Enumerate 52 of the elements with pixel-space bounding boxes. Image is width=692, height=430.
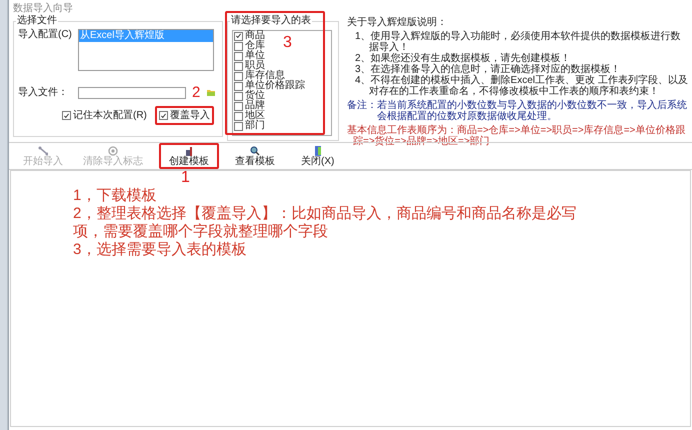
checkbox-label: 覆盖导入 bbox=[170, 110, 210, 121]
note-text: 2、如果您还没有生成数据模板，请先创建模板！ bbox=[355, 53, 572, 64]
target-icon bbox=[108, 146, 118, 156]
checkbox[interactable] bbox=[234, 82, 243, 90]
checkbox[interactable] bbox=[234, 52, 243, 60]
instruction-text: 3，选择需要导入表的模板 bbox=[73, 241, 248, 259]
config-list[interactable]: 从Excel导入辉煌版 bbox=[78, 29, 214, 71]
checkbox[interactable] bbox=[234, 102, 243, 110]
annotation-number: 1 bbox=[181, 170, 190, 186]
toolbar-button[interactable]: 查看模板 bbox=[225, 143, 285, 169]
note-text: 4、不得在创建的模板中插入、删除Excel工作表、更改 工作表列字段、以及对存在的工作表重命名，不得修改模板中工作表的顺序和表约束！ bbox=[355, 75, 688, 97]
checkbox-label: 职员 bbox=[245, 61, 265, 71]
checkbox-label: 商品 bbox=[245, 31, 265, 41]
toolbar-button[interactable]: 关闭(X) bbox=[291, 143, 344, 169]
checkbox-label: 库存信息 bbox=[245, 71, 285, 81]
checkbox[interactable] bbox=[234, 112, 243, 120]
window-title: 数据导入向导 bbox=[13, 2, 73, 14]
checkbox[interactable] bbox=[234, 92, 243, 100]
notes-title: 关于导入辉煌版说明： bbox=[347, 17, 448, 28]
checkbox-label: 单位价格跟踪 bbox=[245, 81, 305, 91]
checkbox-label: 部门 bbox=[245, 121, 265, 131]
checkbox-label: 单位 bbox=[245, 51, 265, 61]
checkbox[interactable] bbox=[234, 122, 243, 130]
checkbox[interactable] bbox=[234, 32, 243, 40]
nodes-icon bbox=[38, 146, 48, 156]
checkbox-label: 仓库 bbox=[245, 41, 265, 51]
checkbox-label: 记住本次配置(R) bbox=[73, 110, 147, 121]
group-title: 选择文件 bbox=[16, 15, 58, 27]
note-text: 3、在选择准备导入的信息时，请正确选择对应的数据模板！ bbox=[355, 64, 621, 75]
annotation-number: 3 bbox=[283, 35, 292, 51]
chart-icon bbox=[184, 146, 194, 156]
field-label: 导入配置(C) bbox=[18, 29, 73, 42]
list-item[interactable]: 从Excel导入辉煌版 bbox=[79, 30, 213, 42]
checkbox-label: 货位 bbox=[245, 91, 265, 101]
checkbox-label: 品牌 bbox=[245, 101, 265, 111]
note-text: 1、使用导入辉煌版的导入功能时，必须使用本软件提供的数据模板进行数据导入！ bbox=[355, 31, 682, 53]
search-icon bbox=[250, 146, 260, 156]
instruction-text: 1，下载模板 bbox=[73, 187, 158, 205]
remark-text: 备注：若当前系统配置的小数位数与导入数据的小数位数不一致，导入后系统会根据配置的位数对原数据做收尾处理。 bbox=[347, 100, 688, 122]
checkbox-label: 地区 bbox=[245, 111, 265, 121]
checkbox[interactable] bbox=[234, 62, 243, 70]
checkbox[interactable] bbox=[62, 111, 71, 120]
instruction-text: 2，整理表格选择【覆盖导入】：比如商品导入，商品编号和商品名称是必写项，需要覆盖哪个字段就整理哪个字段 bbox=[73, 205, 578, 241]
checkbox[interactable] bbox=[234, 42, 243, 50]
group-title: 请选择要导入的表 bbox=[230, 15, 312, 27]
checkbox[interactable] bbox=[158, 111, 168, 120]
checkbox[interactable] bbox=[234, 72, 243, 80]
toolbar-button[interactable]: 创建模板 bbox=[159, 143, 219, 169]
door-icon bbox=[312, 146, 323, 156]
field-label: 导入文件： bbox=[18, 86, 69, 98]
annotation-number: 2 bbox=[192, 85, 200, 100]
file-input[interactable] bbox=[78, 86, 186, 98]
